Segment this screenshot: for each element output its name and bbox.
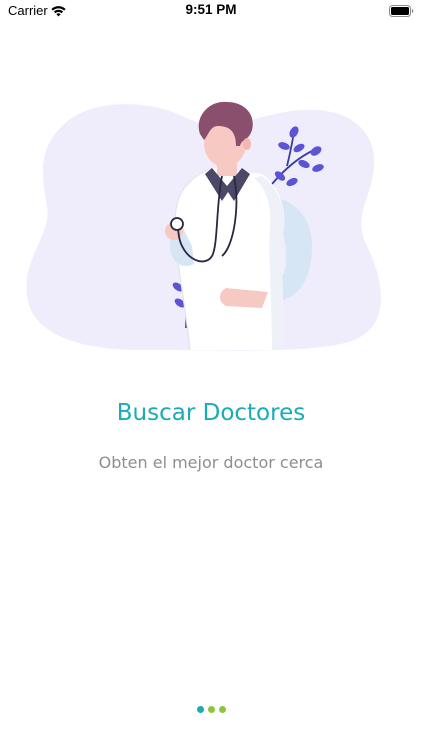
page-dot-1[interactable] <box>196 706 204 713</box>
battery-icon <box>389 5 414 17</box>
onboarding-title: Buscar Doctores <box>116 400 306 426</box>
onboarding-screen: Carrier 9:51 PM Buscar Doctores Obten el… <box>0 0 422 750</box>
status-time: 9:51 PM <box>185 2 237 17</box>
page-dot-2[interactable] <box>207 706 215 713</box>
page-indicator[interactable] <box>0 698 422 713</box>
status-bar: Carrier 9:51 PM <box>0 0 422 24</box>
page-dot-3[interactable] <box>218 706 226 713</box>
onboarding-subtitle: Obten el mejor doctor cerca <box>98 453 324 472</box>
doctor-illustration <box>26 101 381 351</box>
